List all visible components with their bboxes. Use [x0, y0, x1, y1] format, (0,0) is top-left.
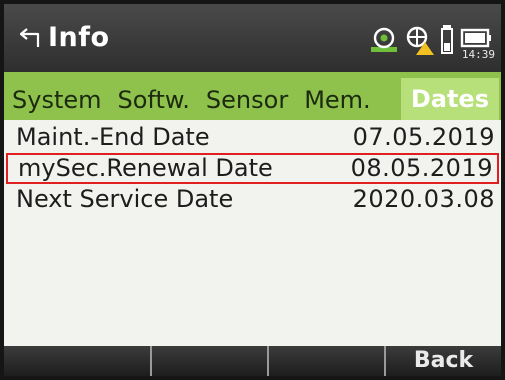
battery-tube-icon	[441, 25, 453, 54]
softkey-f3[interactable]	[269, 346, 386, 376]
globe-status-icon	[371, 27, 397, 52]
row-label: mySec.Renewal Date	[18, 154, 273, 182]
back-button[interactable]: Back	[386, 346, 501, 376]
tab-software[interactable]: Softw.	[110, 80, 198, 120]
tab-dates[interactable]: Dates	[400, 78, 499, 120]
row-label: Next Service Date	[16, 185, 234, 213]
warning-target-icon	[406, 26, 434, 55]
row-label: Maint.-End Date	[16, 123, 210, 151]
title-bar: Info 14:39	[4, 4, 501, 72]
softkey-f2[interactable]	[152, 346, 269, 376]
device-screen: Info 14:39 System Softw. Sensor Mem. Dat…	[0, 0, 505, 380]
tab-memory[interactable]: Mem.	[296, 80, 378, 120]
softkey-bar: Back	[4, 346, 501, 376]
list-item-selected[interactable]: mySec.Renewal Date 08.05.2019	[6, 153, 499, 184]
clock: 14:39	[461, 48, 495, 61]
row-value: 07.05.2019	[352, 123, 495, 151]
list-item[interactable]: Next Service Date 2020.03.08	[4, 184, 501, 215]
list-item[interactable]: Maint.-End Date 07.05.2019	[4, 122, 501, 153]
page-title: Info	[48, 22, 110, 53]
tab-sensor[interactable]: Sensor	[198, 80, 296, 120]
softkey-f1[interactable]	[4, 346, 152, 376]
tab-bar: System Softw. Sensor Mem. Dates	[4, 72, 501, 120]
row-value: 08.05.2019	[350, 154, 493, 182]
row-value: 2020.03.08	[352, 185, 495, 213]
back-arrow-icon[interactable]	[18, 26, 42, 50]
dates-list: Maint.-End Date 07.05.2019 mySec.Renewal…	[4, 122, 501, 215]
tab-system[interactable]: System	[4, 80, 110, 120]
